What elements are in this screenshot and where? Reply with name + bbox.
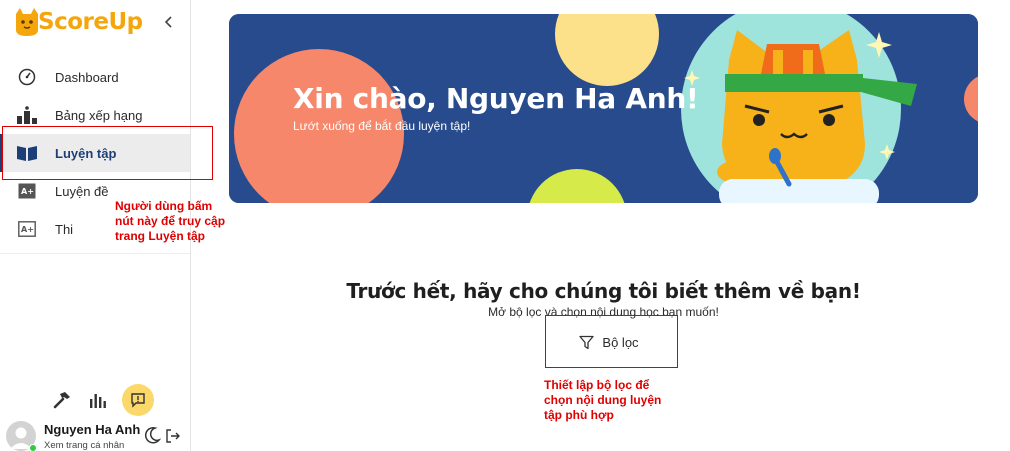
note-line: chọn nội dung luyện [544, 393, 662, 407]
sidebar-item-label: Thi [55, 221, 74, 237]
svg-text:A+: A+ [21, 225, 34, 234]
dashboard-icon [17, 67, 37, 87]
note-line: tập phù hợp [544, 408, 614, 422]
note-line: trang Luyện tập [115, 229, 206, 243]
practice-highlight-box [2, 126, 213, 180]
app-root: ScoreUp Dashboard Bảng xếp hạng Luyện tậ… [0, 0, 1010, 451]
logo-text: ScoreUp [38, 9, 143, 35]
online-status-icon [29, 444, 37, 451]
chevron-left-icon [164, 16, 172, 28]
hammer-icon[interactable] [50, 388, 74, 412]
prompt-title: Trước hết, hãy cho chúng tôi biết thêm v… [346, 279, 861, 303]
user-profile: Nguyen Ha Anh Xem trang cá nhân [6, 419, 190, 451]
practice-annotation-note: Người dùng bấm nút này để truy cập trang… [115, 199, 225, 244]
filter-annotation-note: Thiết lập bộ lọc để chọn nội dung luyện … [544, 378, 661, 423]
note-line: Người dùng bấm [115, 199, 213, 213]
dark-mode-toggle-icon[interactable] [143, 426, 161, 444]
logo[interactable]: ScoreUp [12, 6, 143, 38]
collapse-sidebar-button[interactable] [160, 13, 176, 31]
stats-icon[interactable] [86, 388, 110, 412]
sidebar-divider [0, 253, 190, 254]
filter-highlight-box [545, 315, 678, 368]
welcome-banner: Xin chào, Nguyen Ha Anh! Lướt xuống để b… [229, 14, 978, 203]
sidebar-tools [50, 384, 154, 416]
feedback-icon [131, 393, 145, 408]
banner-subtitle: Lướt xuống để bắt đầu luyện tập! [293, 119, 471, 133]
feedback-button[interactable] [122, 384, 154, 416]
user-name: Nguyen Ha Anh [44, 422, 141, 437]
note-line: nút này để truy cập [115, 214, 226, 228]
banner-greeting: Xin chào, Nguyen Ha Anh! [293, 82, 699, 115]
note-line: Thiết lập bộ lọc để [544, 378, 650, 392]
sidebar-item-label: Dashboard [55, 69, 119, 85]
exam-practice-icon: A+ [17, 181, 37, 201]
logout-icon[interactable] [165, 428, 181, 444]
sidebar-item-label: Bảng xếp hạng [55, 107, 143, 123]
svg-text:A+: A+ [21, 187, 34, 196]
sidebar-item-label: Luyện đề [55, 183, 109, 199]
view-profile-link[interactable]: Xem trang cá nhân [44, 440, 124, 451]
sidebar-item-dashboard[interactable]: Dashboard [0, 58, 190, 96]
leaderboard-icon [17, 105, 37, 125]
exam-icon: A+ [17, 219, 37, 239]
